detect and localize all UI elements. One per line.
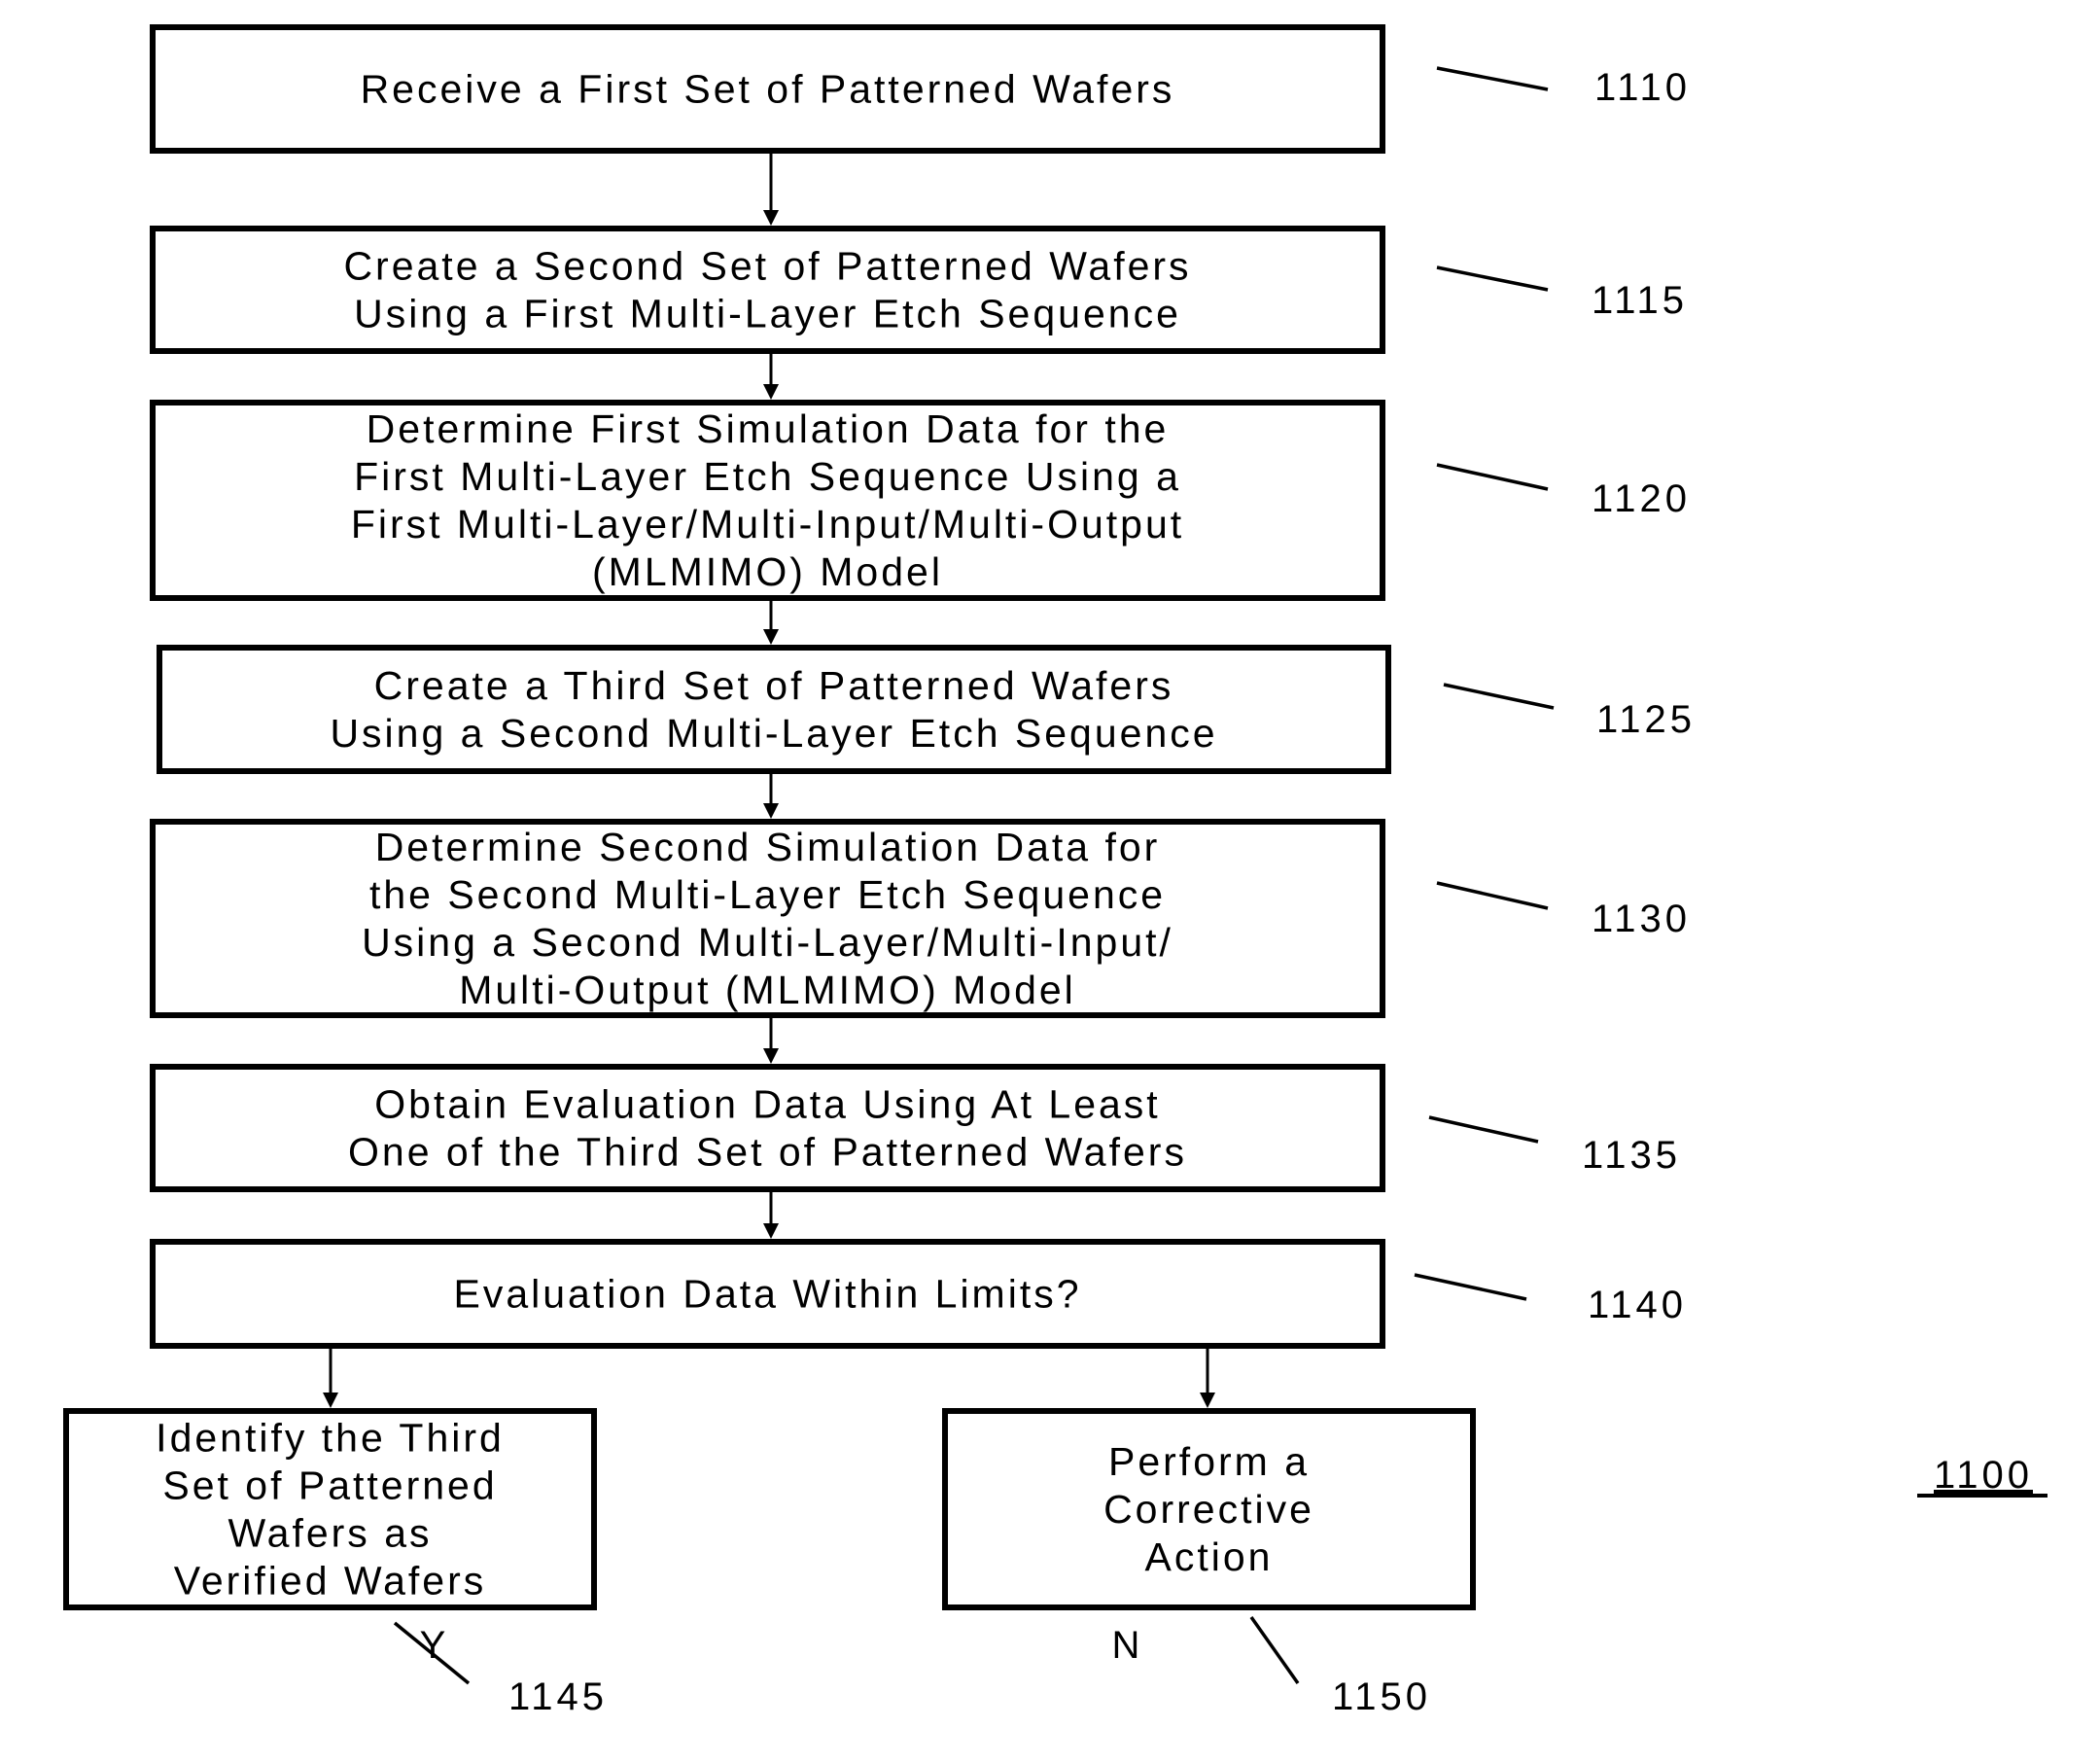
step-text-1125-line-1: Create a Third Set of Patterned Wafers	[374, 663, 1174, 708]
step-text-1110-line-1: Receive a First Set of Patterned Wafers	[361, 67, 1175, 112]
connector-1135-to-1140-arrowhead-icon	[763, 1223, 779, 1239]
step-text-1150-line-1: Perform a	[1108, 1439, 1310, 1484]
reference-numeral-1140: 1140	[1588, 1284, 1687, 1326]
leader-line-1135	[1428, 1115, 1539, 1144]
reference-numeral-1150: 1150	[1332, 1675, 1431, 1718]
connector-yes-branch-arrowhead-icon	[323, 1393, 338, 1408]
step-text-1115-line-2: Using a First Multi-Layer Etch Sequence	[354, 292, 1181, 336]
step-text-1120-line-2: First Multi-Layer Etch Sequence Using a	[354, 454, 1181, 499]
step-text-1130-line-3: Using a Second Multi-Layer/Multi-Input/	[362, 920, 1173, 965]
leader-line-1125	[1443, 683, 1555, 710]
connector-1115-to-1120-arrowhead-icon	[763, 384, 779, 400]
reference-numeral-1115: 1115	[1592, 279, 1688, 322]
step-text-1145-line-1: Identify the Third	[156, 1416, 505, 1461]
step-text-1120-line-3: First Multi-Layer/Multi-Input/Multi-Outp…	[351, 502, 1184, 547]
branch-label-yes: Y	[420, 1624, 446, 1667]
leader-line-1110	[1436, 66, 1549, 91]
reference-numeral-1145: 1145	[508, 1675, 608, 1718]
step-text-1150-line-3: Action	[1145, 1534, 1274, 1579]
figure-number-label: 1100	[1934, 1454, 2033, 1497]
step-text-1140-line-1: Evaluation Data Within Limits?	[453, 1272, 1081, 1317]
step-text-1120-line-4: (MLMIMO) Model	[592, 549, 943, 594]
leader-line-1130	[1436, 881, 1549, 910]
connector-no-branch-arrowhead-icon	[1200, 1393, 1215, 1408]
step-text-1115-line-1: Create a Second Set of Patterned Wafers	[343, 244, 1191, 289]
reference-numeral-1135: 1135	[1582, 1134, 1681, 1177]
leader-line-1120	[1436, 463, 1549, 491]
reference-numeral-1120: 1120	[1592, 477, 1691, 520]
step-text-1120-line-1: Determine First Simulation Data for the	[367, 406, 1170, 451]
step-text-1135-line-2: One of the Third Set of Patterned Wafers	[348, 1130, 1187, 1175]
leader-line-1115	[1436, 265, 1549, 292]
connector-1130-to-1135-arrowhead-icon	[763, 1048, 779, 1064]
connector-1120-to-1125-arrowhead-icon	[763, 629, 779, 645]
reference-numeral-1110: 1110	[1594, 66, 1691, 109]
leader-line-1150	[1249, 1615, 1300, 1685]
step-text-1145-line-2: Set of Patterned	[162, 1463, 497, 1508]
connector-1110-to-1115-arrowhead-icon	[763, 210, 779, 226]
step-text-1150-line-2: Corrective	[1103, 1487, 1314, 1532]
reference-numeral-1130: 1130	[1592, 898, 1691, 940]
step-text-1145-line-3: Wafers as	[228, 1511, 432, 1556]
flowchart-1100: Receive a First Set of Patterned Wafers C…	[63, 24, 2048, 1718]
step-text-1145-line-4: Verified Wafers	[174, 1559, 486, 1604]
leader-line-1140	[1414, 1273, 1527, 1301]
step-text-1135-line-1: Obtain Evaluation Data Using At Least	[374, 1082, 1160, 1127]
connector-1125-to-1130-arrowhead-icon	[763, 803, 779, 819]
branch-label-no: N	[1112, 1624, 1140, 1667]
step-text-1130-line-2: the Second Multi-Layer Etch Sequence	[369, 872, 1166, 917]
reference-numeral-1125: 1125	[1596, 698, 1696, 741]
step-text-1130-line-4: Multi-Output (MLMIMO) Model	[459, 968, 1076, 1012]
step-text-1125-line-2: Using a Second Multi-Layer Etch Sequence	[330, 711, 1217, 756]
step-text-1130-line-1: Determine Second Simulation Data for	[375, 825, 1161, 869]
